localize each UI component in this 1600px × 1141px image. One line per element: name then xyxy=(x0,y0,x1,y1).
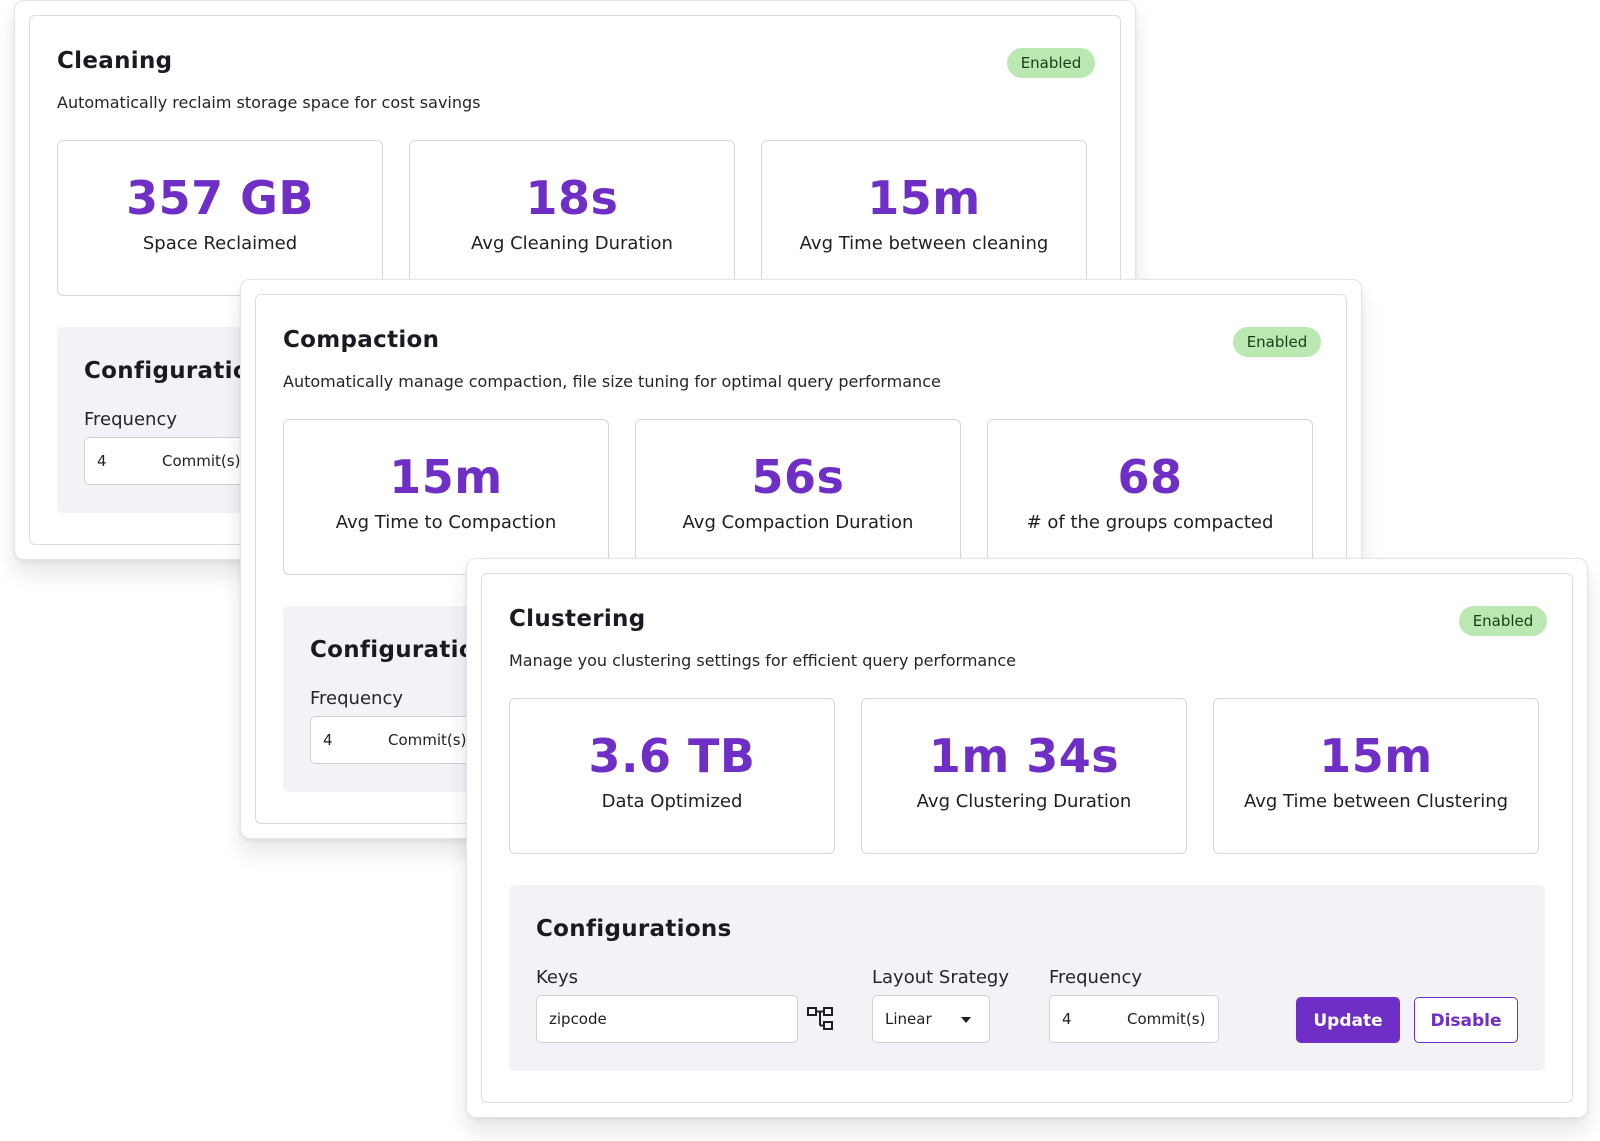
cleaning-title: Cleaning xyxy=(57,48,173,74)
clustering-stat-avg-duration: 1m 34s Avg Clustering Duration xyxy=(861,698,1187,854)
tree-structure-icon[interactable] xyxy=(806,1005,836,1033)
stat-value: 68 xyxy=(1117,450,1183,504)
stat-value: 56s xyxy=(751,450,845,504)
stat-value: 15m xyxy=(867,171,981,225)
frequency-value: 4 xyxy=(323,731,333,749)
compaction-stat-groups-compacted: 68 # of the groups compacted xyxy=(987,419,1313,575)
clustering-card: Clustering Enabled Manage you clustering… xyxy=(466,558,1588,1118)
clustering-frequency-input[interactable]: 4 Commit(s) xyxy=(1049,995,1219,1043)
stat-label: Avg Time to Compaction xyxy=(335,512,557,533)
layout-strategy-label: Layout Srategy xyxy=(872,967,1009,988)
keys-input[interactable]: zipcode xyxy=(536,995,798,1043)
cleaning-frequency-label: Frequency xyxy=(84,409,177,430)
frequency-unit: Commit(s) xyxy=(1127,1010,1206,1028)
compaction-description: Automatically manage compaction, file si… xyxy=(283,372,941,391)
update-button[interactable]: Update xyxy=(1296,997,1400,1043)
compaction-frequency-input[interactable]: 4 Commit(s) xyxy=(310,716,480,764)
cleaning-description: Automatically reclaim storage space for … xyxy=(57,93,481,112)
stat-value: 1m 34s xyxy=(928,729,1120,783)
cleaning-stat-avg-time-between: 15m Avg Time between cleaning xyxy=(761,140,1087,296)
stat-label: Avg Time between cleaning xyxy=(799,233,1049,254)
cleaning-stat-avg-duration: 18s Avg Cleaning Duration xyxy=(409,140,735,296)
clustering-frequency-label: Frequency xyxy=(1049,967,1142,988)
frequency-unit: Commit(s) xyxy=(162,452,241,470)
stat-label: Avg Cleaning Duration xyxy=(471,233,673,254)
compaction-frequency-label: Frequency xyxy=(310,688,403,709)
clustering-stat-avg-time-between: 15m Avg Time between Clustering xyxy=(1213,698,1539,854)
stat-value: 18s xyxy=(525,171,619,225)
stat-value: 15m xyxy=(389,450,503,504)
clustering-stat-data-optimized: 3.6 TB Data Optimized xyxy=(509,698,835,854)
stat-value: 3.6 TB xyxy=(588,729,756,783)
stat-value: 357 GB xyxy=(126,171,314,225)
stat-value: 15m xyxy=(1319,729,1433,783)
clustering-status-badge: Enabled xyxy=(1459,606,1547,636)
cleaning-stat-space-reclaimed: 357 GB Space Reclaimed xyxy=(57,140,383,296)
clustering-configurations-panel: Configurations Keys zipcode Layout Srate… xyxy=(509,885,1545,1071)
stat-label: # of the groups compacted xyxy=(1026,512,1274,533)
clustering-description: Manage you clustering settings for effic… xyxy=(509,651,1016,670)
frequency-unit: Commit(s) xyxy=(388,731,467,749)
clustering-title: Clustering xyxy=(509,606,646,632)
compaction-status-badge: Enabled xyxy=(1233,327,1321,357)
frequency-value: 4 xyxy=(1062,1010,1072,1028)
cleaning-status-badge: Enabled xyxy=(1007,48,1095,78)
stat-label: Avg Clustering Duration xyxy=(916,791,1132,812)
frequency-value: 4 xyxy=(97,452,107,470)
layout-strategy-value: Linear xyxy=(885,1010,932,1028)
layout-strategy-select[interactable]: Linear xyxy=(872,995,990,1043)
stat-label: Data Optimized xyxy=(601,791,743,812)
compaction-stat-avg-duration: 56s Avg Compaction Duration xyxy=(635,419,961,575)
caret-down-icon xyxy=(961,1017,971,1023)
compaction-stat-avg-time-to: 15m Avg Time to Compaction xyxy=(283,419,609,575)
disable-button[interactable]: Disable xyxy=(1414,997,1518,1043)
keys-value: zipcode xyxy=(549,1010,607,1028)
compaction-title: Compaction xyxy=(283,327,440,353)
stat-label: Avg Time between Clustering xyxy=(1243,791,1509,812)
keys-label: Keys xyxy=(536,967,579,988)
stat-label: Avg Compaction Duration xyxy=(682,512,914,533)
stat-label: Space Reclaimed xyxy=(142,233,298,254)
clustering-config-title: Configurations xyxy=(536,916,732,942)
cleaning-frequency-input[interactable]: 4 Commit(s) xyxy=(84,437,254,485)
